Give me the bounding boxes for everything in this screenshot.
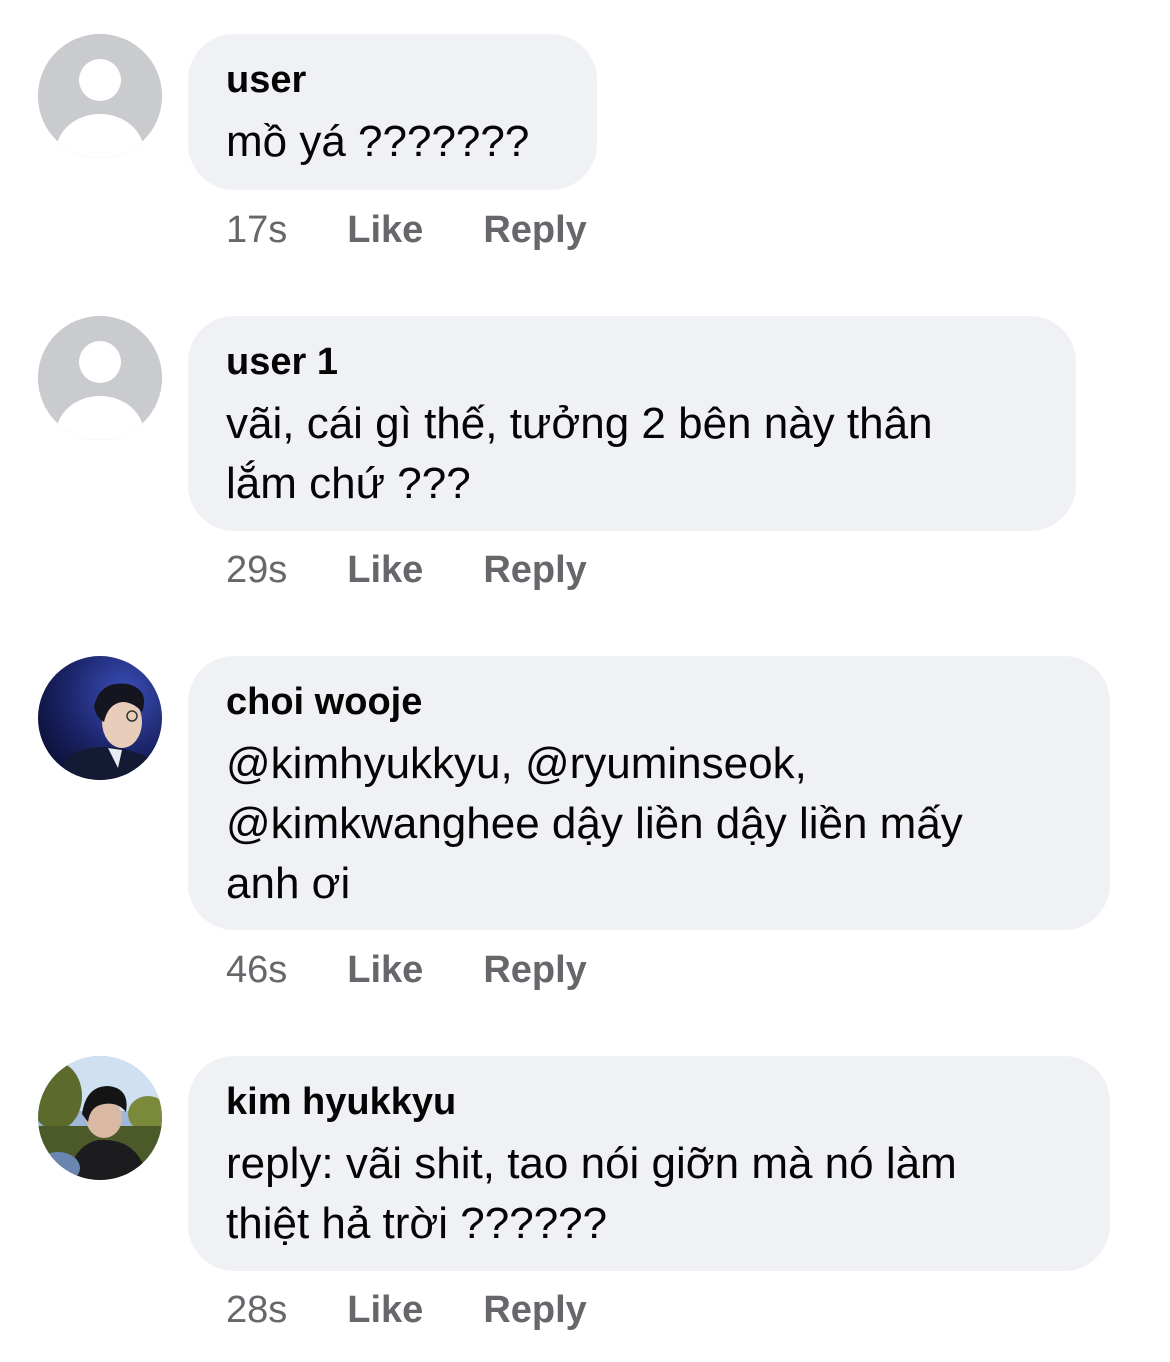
comment-text-line: reply: vãi shit, tao nói giỡn mà nó làm: [226, 1139, 957, 1188]
comment-text: vãi, cái gì thế, tưởng 2 bên này thân lắ…: [226, 394, 1036, 514]
comment-actions: 28s Like Reply: [226, 1286, 587, 1334]
comment-bubble: user mồ yá ???????: [188, 34, 597, 190]
user-photo-avatar[interactable]: [38, 1056, 162, 1180]
comment-actions: 46s Like Reply: [226, 946, 587, 994]
comment-author[interactable]: choi wooje: [226, 678, 1070, 726]
reply-button[interactable]: Reply: [483, 1286, 586, 1334]
comment-text-line: anh ơi: [226, 859, 351, 908]
reply-button[interactable]: Reply: [483, 206, 586, 254]
reply-button[interactable]: Reply: [483, 546, 586, 594]
like-button[interactable]: Like: [347, 1286, 423, 1334]
comment-author[interactable]: kim hyukkyu: [226, 1078, 1070, 1126]
comment-author[interactable]: user: [226, 56, 557, 104]
like-button[interactable]: Like: [347, 546, 423, 594]
comment-timestamp[interactable]: 46s: [226, 946, 287, 994]
user-photo-avatar[interactable]: [38, 656, 162, 780]
comment-text: @kimhyukkyu, @ryuminseok, @kimkwanghee d…: [226, 734, 1070, 914]
comment-bubble: kim hyukkyu reply: vãi shit, tao nói giỡ…: [188, 1056, 1110, 1271]
comment-text-line: @kimkwanghee dậy liền dậy liền mấy: [226, 799, 963, 848]
like-button[interactable]: Like: [347, 946, 423, 994]
comment-text-line: lắm chứ ???: [226, 459, 471, 508]
comment-bubble: user 1 vãi, cái gì thế, tưởng 2 bên này …: [188, 316, 1076, 531]
comment-text-line: thiệt hả trời ??????: [226, 1199, 608, 1248]
comment-text-line: @kimhyukkyu, @ryuminseok,: [226, 739, 807, 788]
comment-actions: 17s Like Reply: [226, 206, 587, 254]
comment-timestamp[interactable]: 29s: [226, 546, 287, 594]
like-button[interactable]: Like: [347, 206, 423, 254]
comment-text: reply: vãi shit, tao nói giỡn mà nó làm …: [226, 1134, 1070, 1254]
comment-text-line: vãi, cái gì thế, tưởng 2 bên này thân: [226, 399, 933, 448]
comment-text: mồ yá ???????: [226, 112, 557, 172]
comment-bubble: choi wooje @kimhyukkyu, @ryuminseok, @ki…: [188, 656, 1110, 930]
reply-button[interactable]: Reply: [483, 946, 586, 994]
comment-text-line: mồ yá ???????: [226, 117, 530, 166]
comment-timestamp[interactable]: 28s: [226, 1286, 287, 1334]
default-avatar-icon[interactable]: [38, 34, 162, 158]
comment-actions: 29s Like Reply: [226, 546, 587, 594]
default-avatar-icon[interactable]: [38, 316, 162, 440]
comment-timestamp[interactable]: 17s: [226, 206, 287, 254]
comment-author[interactable]: user 1: [226, 338, 1036, 386]
